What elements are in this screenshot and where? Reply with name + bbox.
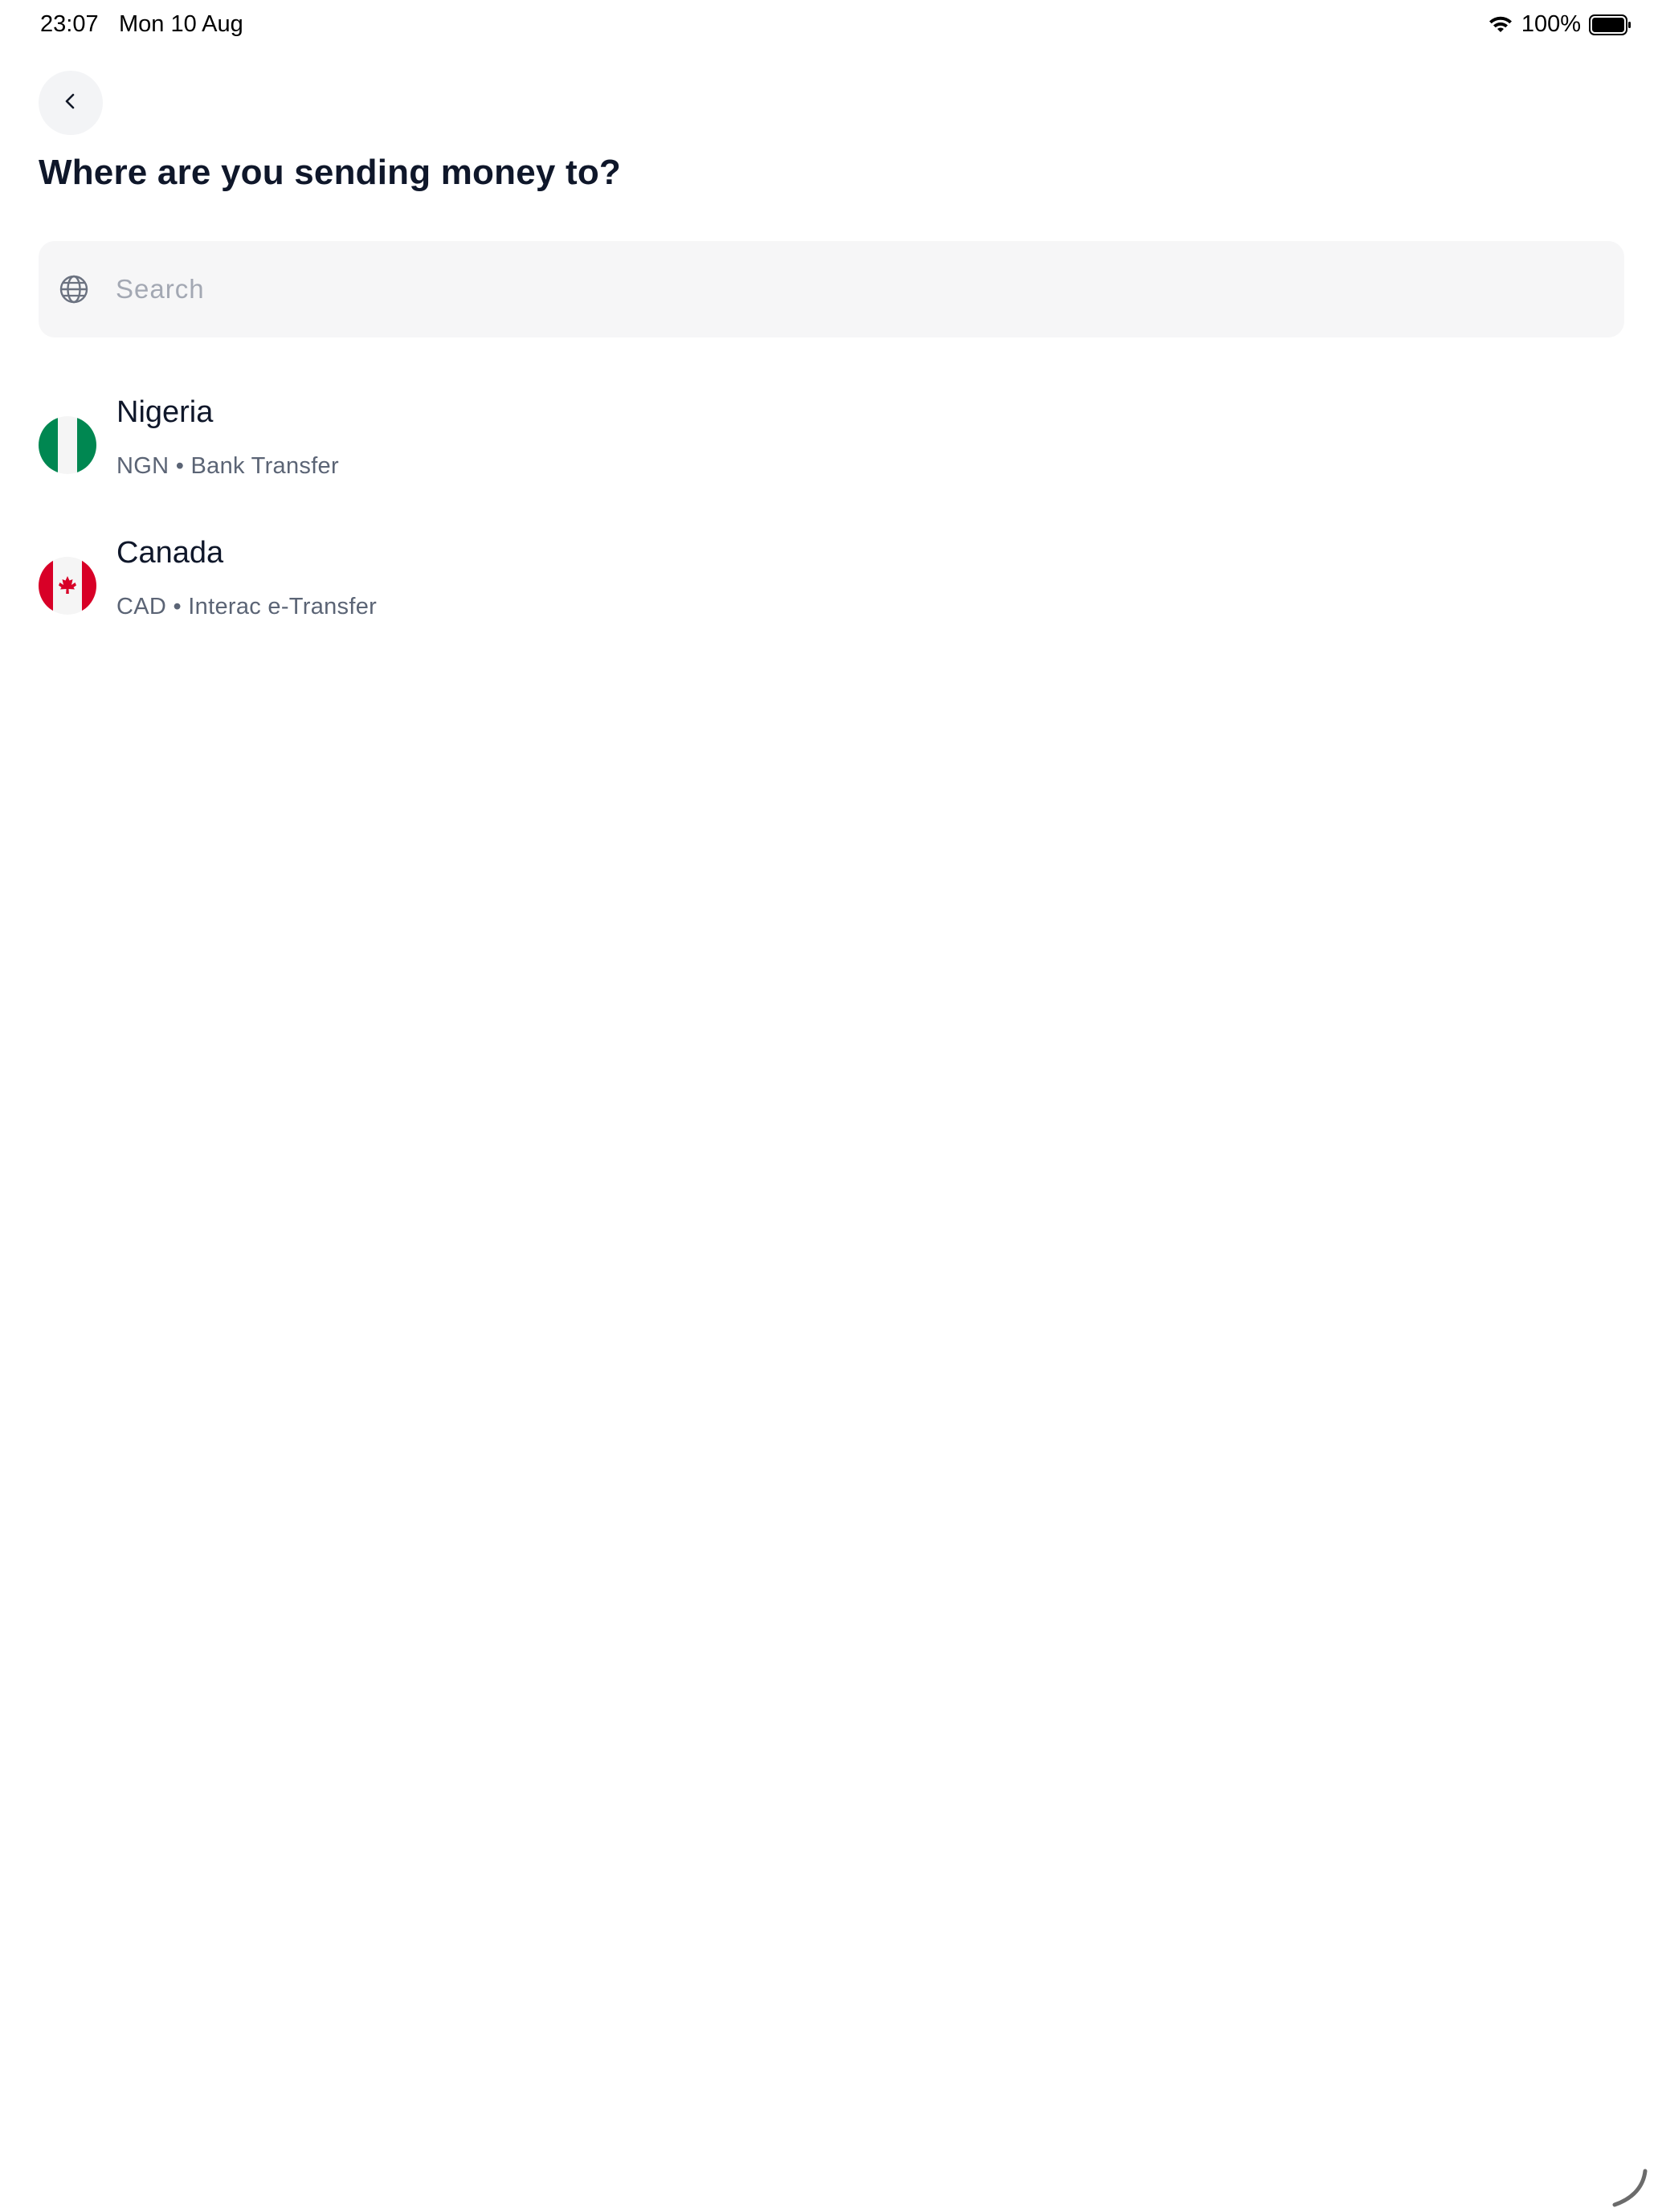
country-name: Nigeria bbox=[116, 395, 214, 429]
search-box[interactable] bbox=[39, 241, 1624, 337]
battery-icon bbox=[1589, 14, 1632, 36]
scroll-corner-indicator bbox=[1608, 2166, 1650, 2208]
search-input[interactable] bbox=[116, 241, 1602, 337]
country-item-canada[interactable]: Canada CAD • Interac e-Transfer bbox=[39, 526, 1624, 667]
status-bar: 23:07 Mon 10 Aug 100% bbox=[0, 0, 1658, 51]
country-item-nigeria[interactable]: Nigeria NGN • Bank Transfer bbox=[39, 386, 1624, 526]
page-title: Where are you sending money to? bbox=[39, 153, 621, 192]
country-subtitle: CAD • Interac e-Transfer bbox=[116, 594, 378, 619]
country-subtitle: NGN • Bank Transfer bbox=[116, 453, 339, 479]
canada-flag-icon bbox=[39, 557, 96, 615]
country-list: Nigeria NGN • Bank Transfer Canada CAD •… bbox=[39, 386, 1624, 667]
back-button[interactable] bbox=[39, 71, 103, 135]
country-name: Canada bbox=[116, 536, 224, 570]
chevron-left-icon bbox=[59, 90, 82, 117]
nigeria-flag-icon bbox=[39, 416, 96, 474]
status-indicators: 100% bbox=[1488, 11, 1632, 38]
battery-percentage: 100% bbox=[1521, 11, 1581, 37]
status-time: 23:07 bbox=[40, 11, 99, 37]
wifi-icon bbox=[1488, 15, 1513, 35]
globe-icon bbox=[58, 273, 90, 305]
status-date: Mon 10 Aug bbox=[119, 11, 243, 37]
